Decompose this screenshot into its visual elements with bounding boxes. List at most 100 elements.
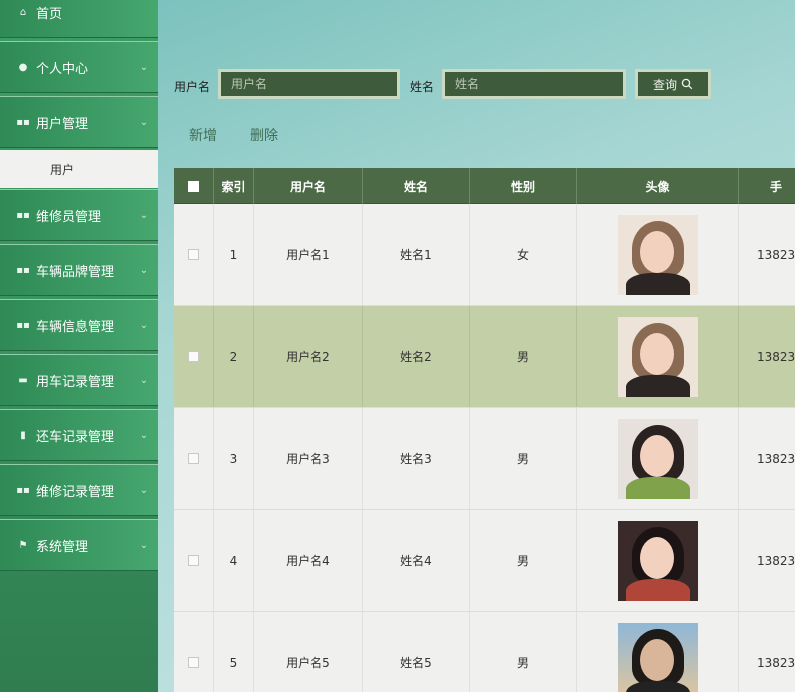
select-all-cell [174, 168, 214, 204]
cell-index: 5 [214, 612, 254, 692]
cell-username: 用户名4 [254, 510, 363, 611]
sidebar-item-user-management[interactable]: ▪▪ 用户管理 ⌄ [0, 96, 158, 148]
sidebar-item-personal-center[interactable]: ● 个人中心 ⌄ [0, 41, 158, 93]
cell-gender: 男 [470, 408, 577, 509]
chevron-down-icon: ⌄ [139, 264, 149, 276]
chevron-down-icon: ⌄ [139, 61, 149, 73]
avatar [617, 520, 698, 601]
cell-username: 用户名2 [254, 306, 363, 407]
table-row[interactable]: 1 用户名1 姓名1 女 138238 [174, 204, 795, 306]
sidebar-item-label: 用车记录管理 [36, 374, 115, 390]
column-header-index[interactable]: 索引 [214, 168, 254, 204]
submenu-item-user[interactable]: 用户 [0, 150, 158, 188]
row-select-cell [174, 408, 214, 509]
sidebar-item-vehicle-info-management[interactable]: ▪▪ 车辆信息管理 ⌄ [0, 299, 158, 351]
cell-index: 4 [214, 510, 254, 611]
cell-gender: 男 [470, 510, 577, 611]
username-search-input[interactable] [218, 69, 400, 99]
sidebar-item-label: 系统管理 [36, 539, 89, 555]
cell-name: 姓名3 [363, 408, 470, 509]
cell-avatar [577, 510, 739, 611]
grid-icon: ▪▪ [16, 209, 30, 221]
column-header-name[interactable]: 姓名 [363, 168, 470, 204]
cell-name: 姓名4 [363, 510, 470, 611]
cell-phone: 138238 [739, 510, 795, 611]
cell-gender: 女 [470, 204, 577, 305]
name-label: 姓名 [410, 80, 435, 94]
row-select-cell [174, 204, 214, 305]
row-checkbox[interactable] [188, 657, 199, 668]
grid-icon: ▪▪ [16, 264, 30, 276]
sidebar-item-repair-record-management[interactable]: ▪▪ 维修记录管理 ⌄ [0, 464, 158, 516]
table-row[interactable]: 2 用户名2 姓名2 男 138238 [174, 306, 795, 408]
grid-icon: ▪▪ [16, 484, 30, 496]
column-header-username[interactable]: 用户名 [254, 168, 363, 204]
chevron-down-icon: ⌄ [139, 539, 149, 551]
name-search-input[interactable] [442, 69, 626, 99]
table-row[interactable]: 4 用户名4 姓名4 男 138238 [174, 510, 795, 612]
sidebar-item-home[interactable]: ⌂ 首页 [0, 0, 158, 38]
sidebar-item-repairman-management[interactable]: ▪▪ 维修员管理 ⌄ [0, 189, 158, 241]
row-select-cell [174, 510, 214, 611]
avatar [617, 622, 698, 692]
main-content: 用户名 姓名 查询 新增 删除 索引 用户名 姓名 性别 头像 手 1 用户名1 [158, 0, 795, 692]
cell-username: 用户名1 [254, 204, 363, 305]
cell-index: 2 [214, 306, 254, 407]
search-bar: 用户名 姓名 查询 [158, 68, 795, 100]
home-icon: ⌂ [19, 6, 27, 18]
row-checkbox[interactable] [188, 351, 199, 362]
sidebar-item-usage-record-management[interactable]: ▬ 用车记录管理 ⌄ [0, 354, 158, 406]
sidebar-item-label: 车辆品牌管理 [36, 264, 115, 280]
table-row[interactable]: 3 用户名3 姓名3 男 138238 [174, 408, 795, 510]
cell-phone: 138238 [739, 204, 795, 305]
cell-index: 3 [214, 408, 254, 509]
chevron-down-icon: ⌄ [139, 116, 149, 128]
row-checkbox[interactable] [188, 453, 199, 464]
sidebar-item-label: 首页 [36, 6, 63, 22]
row-select-cell [174, 612, 214, 692]
cell-phone: 138238 [739, 612, 795, 692]
cell-name: 姓名5 [363, 612, 470, 692]
user-icon: ● [18, 61, 28, 73]
avatar [617, 418, 698, 499]
column-header-avatar[interactable]: 头像 [577, 168, 739, 204]
cell-avatar [577, 612, 739, 692]
cell-avatar [577, 204, 739, 305]
grid-icon: ▪▪ [16, 116, 30, 128]
sidebar: ⌂ 首页 ● 个人中心 ⌄ ▪▪ 用户管理 ⌄ 用户 ▪▪ 维修员管理 ⌄ ▪▪… [0, 0, 158, 692]
delete-button[interactable]: 删除 [250, 125, 278, 145]
row-checkbox[interactable] [188, 249, 199, 260]
sidebar-item-label: 车辆信息管理 [36, 319, 115, 335]
avatar [617, 214, 698, 295]
select-all-checkbox[interactable] [188, 180, 199, 192]
query-button[interactable]: 查询 [635, 69, 711, 99]
cell-username: 用户名3 [254, 408, 363, 509]
cell-username: 用户名5 [254, 612, 363, 692]
cell-name: 姓名2 [363, 306, 470, 407]
query-button-label: 查询 [652, 77, 677, 92]
sidebar-item-vehicle-brand-management[interactable]: ▪▪ 车辆品牌管理 ⌄ [0, 244, 158, 296]
cell-name: 姓名1 [363, 204, 470, 305]
cell-phone: 138238 [739, 408, 795, 509]
avatar [617, 316, 698, 397]
bar-chart-icon: ▮ [20, 429, 26, 441]
sidebar-item-label: 个人中心 [36, 61, 89, 77]
cell-phone: 138238 [739, 306, 795, 407]
cell-gender: 男 [470, 306, 577, 407]
sidebar-item-label: 维修员管理 [36, 209, 102, 225]
sidebar-item-return-record-management[interactable]: ▮ 还车记录管理 ⌄ [0, 409, 158, 461]
chevron-down-icon: ⌄ [139, 374, 149, 386]
column-header-gender[interactable]: 性别 [470, 168, 577, 204]
user-table: 索引 用户名 姓名 性别 头像 手 1 用户名1 姓名1 女 138238 [174, 168, 795, 692]
table-header: 索引 用户名 姓名 性别 头像 手 [174, 168, 795, 204]
chevron-down-icon: ⌄ [139, 429, 149, 441]
sidebar-item-label: 用户管理 [36, 116, 89, 132]
grid-icon: ▪▪ [16, 319, 30, 331]
sidebar-item-system-management[interactable]: ⚑ 系统管理 ⌄ [0, 519, 158, 571]
add-button[interactable]: 新增 [189, 125, 217, 145]
cell-index: 1 [214, 204, 254, 305]
row-checkbox[interactable] [188, 555, 199, 566]
table-row[interactable]: 5 用户名5 姓名5 男 138238 [174, 612, 795, 692]
column-header-phone[interactable]: 手 [739, 168, 795, 204]
cell-gender: 男 [470, 612, 577, 692]
